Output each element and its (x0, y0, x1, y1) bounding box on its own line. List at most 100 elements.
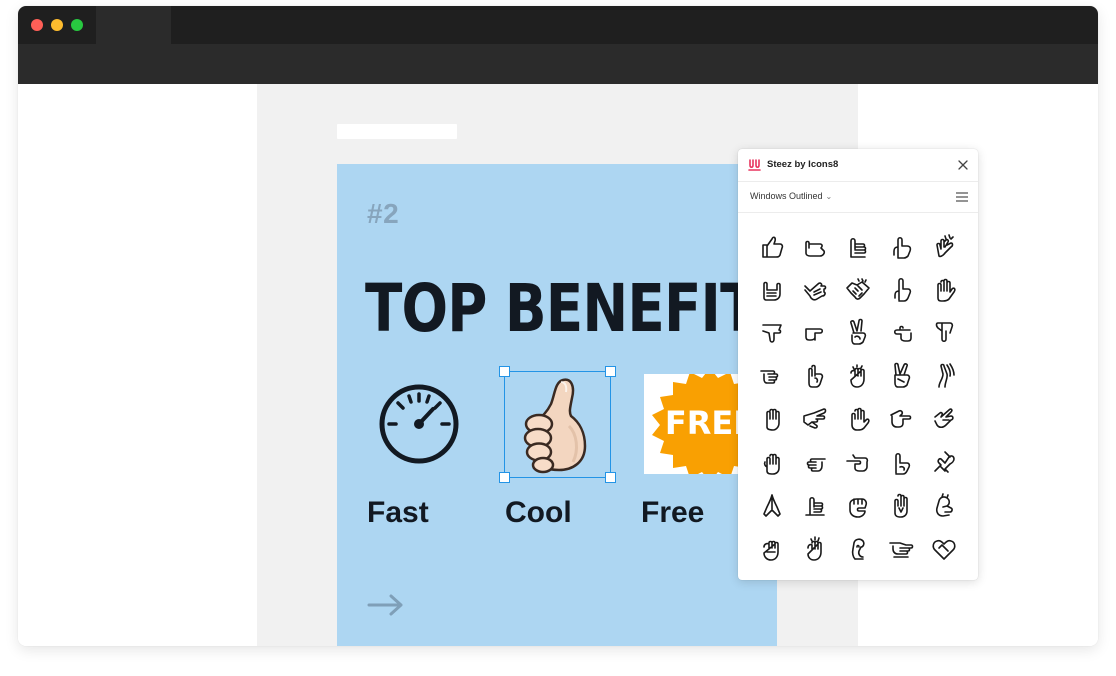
point-left-icon (806, 457, 826, 472)
broken-heart-hand-icon (934, 450, 956, 473)
icon-grid-item[interactable] (923, 397, 966, 440)
icon-grid-item[interactable] (793, 354, 836, 397)
icon-grid-item[interactable] (793, 267, 836, 310)
icon-grid-item[interactable] (880, 483, 923, 526)
title-bar (18, 6, 1098, 44)
stop-hand-icon (851, 408, 870, 432)
benefit-label-free: Free (641, 496, 705, 529)
call-me-hand-icon (804, 240, 825, 257)
love-you-hand-icon (934, 408, 955, 429)
icon-grid-item[interactable] (750, 224, 793, 267)
pointing-finger-icon (759, 370, 778, 384)
raised-fist-icon (762, 540, 779, 561)
fist-bump-icon (806, 536, 822, 561)
maximize-window-button[interactable] (71, 19, 83, 31)
close-icon[interactable] (956, 158, 970, 172)
icon-grid (750, 224, 966, 570)
icon-grid-item[interactable] (880, 310, 923, 353)
icon-grid-item[interactable] (836, 483, 879, 526)
resize-handle-top-left[interactable] (499, 366, 510, 377)
victory-icon (894, 362, 911, 388)
icon-grid-item[interactable] (750, 310, 793, 353)
icon-grid-item[interactable] (750, 440, 793, 483)
handshake-icon (846, 277, 870, 300)
panel-toolbar: Windows Outlined ⌄ (738, 182, 978, 213)
heart-hands-icon (932, 539, 956, 560)
victory-hand-icon (849, 318, 867, 345)
icon-grid-item[interactable] (750, 267, 793, 310)
icon-grid-item[interactable] (836, 267, 879, 310)
thumbs-up-icon (523, 378, 587, 474)
icon-grid-item[interactable] (836, 526, 879, 569)
minimize-window-button[interactable] (51, 19, 63, 31)
closed-fist-icon (849, 497, 868, 518)
icon-grid-item[interactable] (923, 310, 966, 353)
pointing-left-icon (894, 325, 912, 342)
icon-grid-item[interactable] (836, 310, 879, 353)
active-tab[interactable] (96, 6, 171, 44)
icon-grid-item[interactable] (923, 267, 966, 310)
slide-number: #2 (367, 198, 400, 229)
hand-cursor-icon (851, 538, 865, 560)
hand-pointing-up-icon (893, 236, 912, 259)
icon-grid-item[interactable] (836, 224, 879, 267)
icon-grid-item[interactable] (923, 483, 966, 526)
frame-label[interactable] (337, 124, 457, 139)
icon-grid-item[interactable] (880, 224, 923, 267)
icon-grid-item[interactable] (880, 267, 923, 310)
thumbs-down-icon (761, 324, 782, 343)
rock-on-icon (762, 281, 781, 301)
resize-handle-bottom-left[interactable] (499, 472, 510, 483)
point-right-icon (890, 410, 912, 429)
speedometer-icon (379, 384, 459, 464)
icon-grid-item[interactable] (836, 440, 879, 483)
icon-grid-item[interactable] (880, 440, 923, 483)
icon-grid-item[interactable] (793, 483, 836, 526)
chevron-down-icon: ⌄ (825, 192, 833, 201)
icon-grid-item[interactable] (793, 526, 836, 569)
toolbar (18, 44, 1098, 84)
icon-grid-item[interactable] (793, 440, 836, 483)
hand-pointing-icon (889, 542, 914, 558)
icon-grid-item[interactable] (750, 354, 793, 397)
icon-grid-item[interactable] (923, 440, 966, 483)
icon-grid-item[interactable] (750, 397, 793, 440)
headline: TOP BENEFITS (365, 270, 777, 347)
close-window-button[interactable] (31, 19, 43, 31)
icon-grid-item[interactable] (793, 310, 836, 353)
palm-icon (763, 453, 780, 475)
icon-grid-item[interactable] (793, 224, 836, 267)
icon-style-select[interactable]: Windows Outlined ⌄ (750, 191, 832, 201)
menu-icon[interactable] (955, 191, 969, 203)
icons8-panel: Steez by Icons8 Windows Outlined ⌄ (738, 149, 978, 580)
icon-grid-item[interactable] (923, 526, 966, 569)
pinch-hand-icon (802, 408, 827, 430)
benefit-label-cool: Cool (505, 496, 572, 529)
panel-title: Steez by Icons8 (767, 159, 839, 170)
icon-style-value: Windows Outlined (750, 191, 823, 201)
pointing-down-icon (936, 322, 954, 343)
panel-header: Steez by Icons8 (738, 149, 978, 182)
arrow-right-icon (367, 594, 403, 616)
grab-hand-icon (936, 492, 954, 517)
thumbs-up-icon (761, 236, 783, 258)
resize-handle-top-right[interactable] (605, 366, 616, 377)
icon-grid-item[interactable] (750, 526, 793, 569)
icon-grid-item[interactable] (880, 526, 923, 569)
artboard[interactable]: #2 TOP BENEFITS FREE Fast Cool Free (337, 164, 777, 646)
selected-thumbs-up[interactable] (499, 366, 616, 483)
pointing-right-icon (804, 328, 823, 341)
crossed-fingers-icon (894, 493, 908, 518)
icon-grid-item[interactable] (836, 354, 879, 397)
icon-grid-item[interactable] (880, 397, 923, 440)
icon-grid-item[interactable] (923, 224, 966, 267)
icon-grid-item[interactable] (750, 483, 793, 526)
praying-hands-icon (762, 493, 781, 517)
resize-handle-bottom-right[interactable] (605, 472, 616, 483)
icon-grid-item[interactable] (836, 397, 879, 440)
icon-grid-item[interactable] (923, 354, 966, 397)
icon-grid-item[interactable] (793, 397, 836, 440)
hand-holding-icon (804, 496, 825, 516)
hand-peace-icon (807, 364, 823, 388)
icon-grid-item[interactable] (880, 354, 923, 397)
